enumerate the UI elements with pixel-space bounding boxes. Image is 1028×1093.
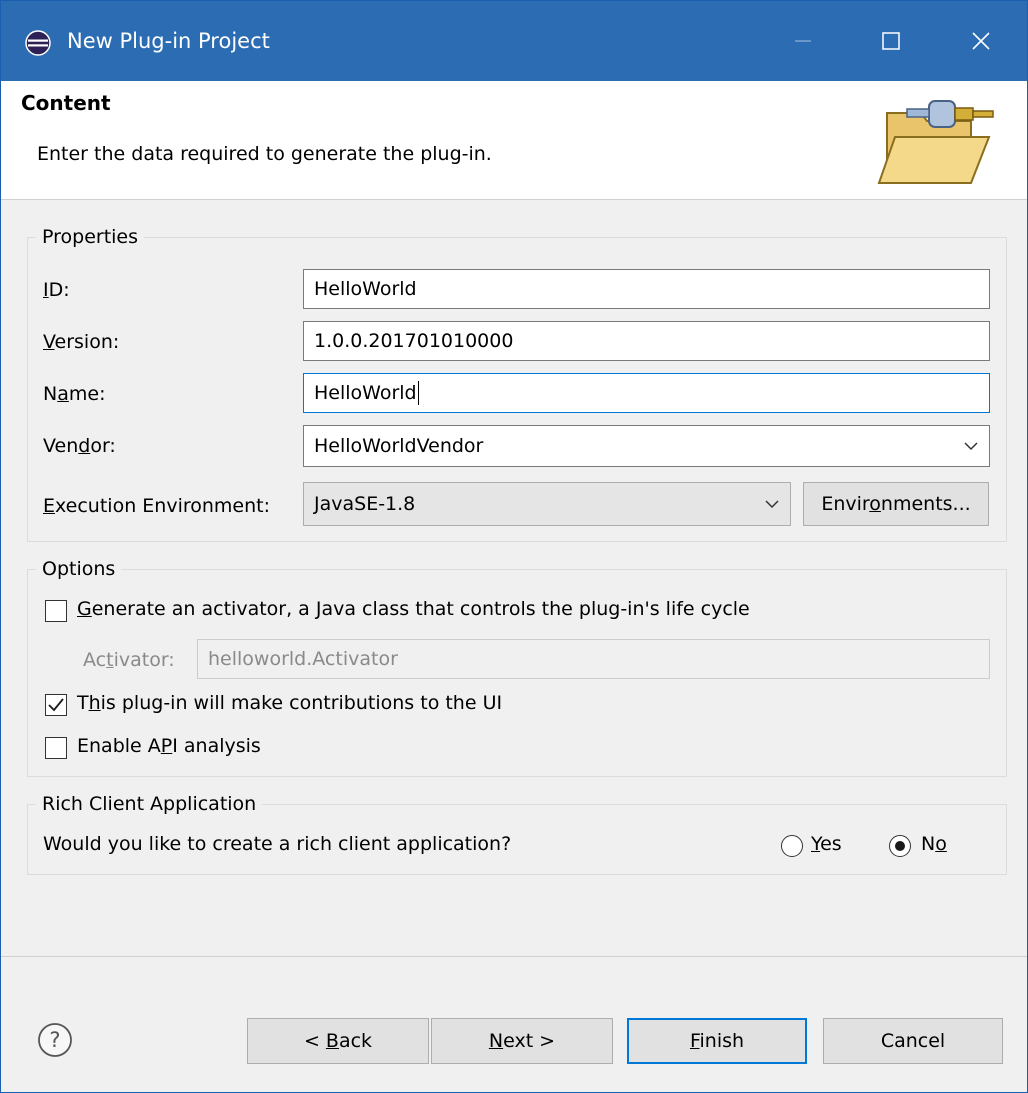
activator-field-value: helloworld.Activator (208, 648, 398, 670)
rca-no-label[interactable]: No (921, 833, 947, 855)
plugin-folder-icon (877, 100, 994, 184)
id-label: ID: (43, 279, 70, 301)
api-analysis-label[interactable]: Enable API analysis (77, 735, 261, 757)
finish-button-label: Finish (689, 1030, 745, 1052)
back-button[interactable]: < Back (247, 1018, 429, 1064)
environments-button-label: Environments... (821, 493, 971, 515)
maximize-button[interactable] (861, 13, 921, 69)
ui-contrib-label[interactable]: This plug-in will make contributions to … (77, 692, 502, 714)
wizard-header: Content Enter the data required to gener… (1, 81, 1027, 200)
eclipse-logo-icon (25, 30, 51, 56)
dialog-window: New Plug-in Project Content Enter the da… (0, 0, 1028, 1093)
page-description: Enter the data required to generate the … (37, 143, 492, 165)
close-icon (972, 32, 990, 50)
minimize-button[interactable] (773, 13, 833, 69)
rca-legend: Rich Client Application (42, 793, 257, 815)
exec-env-combo[interactable]: JavaSE-1.8 (303, 482, 791, 526)
vendor-combo[interactable]: HelloWorldVendor (303, 425, 990, 467)
version-label: Version: (43, 331, 120, 353)
vendor-combo-value: HelloWorldVendor (314, 435, 484, 457)
page-title: Content (21, 91, 111, 115)
environments-button[interactable]: Environments... (803, 482, 989, 526)
version-field[interactable]: 1.0.0.201701010000 (303, 321, 990, 361)
ui-contrib-checkbox[interactable] (45, 694, 67, 716)
activator-field: helloworld.Activator (197, 639, 990, 679)
properties-legend: Properties (42, 226, 139, 248)
cancel-button-label: Cancel (880, 1030, 946, 1052)
chevron-down-icon[interactable] (963, 441, 979, 451)
back-button-label: < Back (303, 1030, 373, 1052)
generate-activator-checkbox[interactable] (45, 600, 67, 622)
exec-env-label: Execution Environment: (43, 495, 271, 517)
rca-yes-label[interactable]: Yes (811, 833, 842, 855)
next-button[interactable]: Next > (431, 1018, 613, 1064)
footer-separator (1, 956, 1027, 957)
rca-no-radio[interactable] (889, 835, 911, 857)
window-title: New Plug-in Project (67, 29, 270, 53)
cancel-button[interactable]: Cancel (823, 1018, 1003, 1064)
exec-env-combo-value: JavaSE-1.8 (314, 493, 416, 515)
activator-label: Activator: (83, 649, 175, 671)
finish-button[interactable]: Finish (627, 1018, 807, 1064)
next-button-label: Next > (488, 1030, 556, 1052)
chevron-down-icon[interactable] (764, 499, 780, 509)
rca-yes-radio[interactable] (781, 835, 803, 857)
svg-text:?: ? (49, 1028, 60, 1052)
name-label: Name: (43, 383, 106, 405)
rca-question: Would you like to create a rich client a… (43, 833, 512, 855)
generate-activator-label[interactable]: Generate an activator, a Java class that… (77, 598, 750, 620)
checkmark-icon (48, 698, 64, 712)
api-analysis-checkbox[interactable] (45, 737, 67, 759)
vendor-label: Vendor: (43, 435, 116, 457)
name-field-value: HelloWorld (314, 382, 417, 404)
title-bar[interactable]: New Plug-in Project (1, 1, 1027, 81)
help-icon[interactable]: ? (37, 1022, 73, 1058)
options-legend: Options (42, 558, 116, 580)
name-field[interactable]: HelloWorld (303, 373, 990, 413)
text-caret (417, 381, 419, 405)
close-button[interactable] (951, 13, 1011, 69)
version-field-value: 1.0.0.201701010000 (314, 330, 514, 352)
id-field[interactable]: HelloWorld (303, 269, 990, 309)
maximize-icon (882, 32, 900, 50)
minimize-icon (795, 40, 811, 42)
id-field-value: HelloWorld (314, 278, 417, 300)
radio-dot (895, 841, 905, 851)
